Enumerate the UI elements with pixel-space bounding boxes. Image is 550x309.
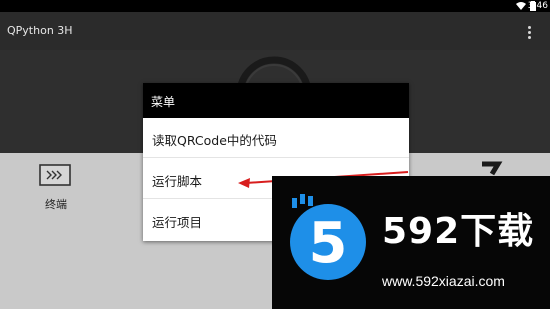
phone-screen: 3:46 QPython 3H 终端 菜单 读取QRCode中的代码 运行脚本 [0, 0, 550, 309]
watermark-logo-icon: 5 [290, 194, 366, 280]
watermark-logo-text: 5 [309, 211, 348, 276]
watermark-url: www.592xiazai.com [382, 273, 505, 289]
watermark-name: 592下载 [382, 211, 535, 252]
watermark-banner: 5 592下载 www.592xiazai.com [272, 176, 550, 309]
